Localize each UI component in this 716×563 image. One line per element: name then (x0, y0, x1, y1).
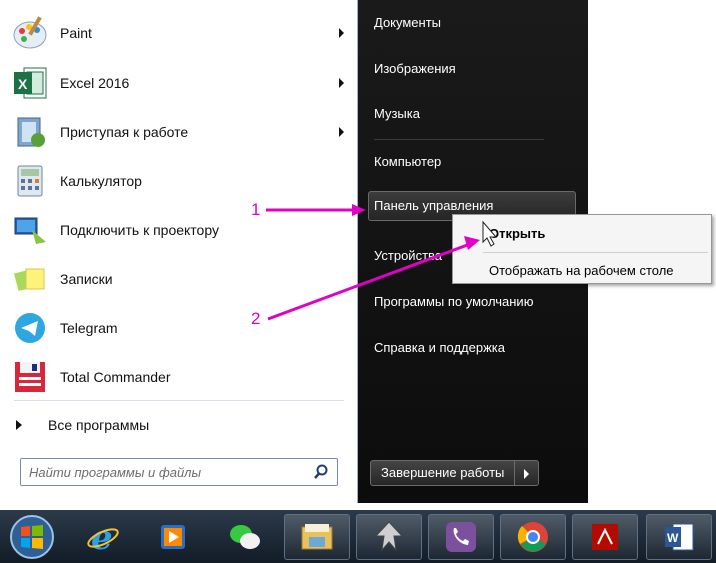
inkscape-icon (374, 521, 404, 552)
program-label: Paint (60, 25, 92, 41)
shutdown-button[interactable]: Завершение работы (370, 460, 516, 486)
shutdown-group: Завершение работы (370, 460, 540, 486)
places-item-default-programs[interactable]: Программы по умолчанию (374, 291, 533, 313)
divider (483, 252, 708, 253)
sticky-notes-icon (10, 259, 50, 299)
context-menu-show-on-desktop[interactable]: Отображать на рабочем столе (489, 263, 674, 278)
media-player-icon (161, 525, 185, 549)
all-programs-label: Все программы (48, 417, 150, 433)
program-label: Подключить к проектору (60, 222, 219, 238)
program-label: Калькулятор (60, 173, 142, 189)
places-item-documents[interactable]: Документы (374, 12, 441, 34)
places-item-computer[interactable]: Компьютер (374, 151, 441, 173)
context-menu-open[interactable]: Открыть (489, 226, 545, 241)
context-menu: Открыть Отображать на рабочем столе (452, 214, 712, 284)
start-menu-programs-panel: Paint X Excel 2016 Приступая к работе Ка… (0, 0, 358, 503)
chrome-icon (517, 522, 548, 552)
taskbar: e W (0, 510, 716, 563)
taskbar-inkscape[interactable] (356, 514, 422, 560)
viber-icon (446, 522, 476, 552)
program-label: Excel 2016 (60, 75, 130, 91)
all-programs-button[interactable]: Все программы (16, 412, 336, 438)
places-item-music[interactable]: Музыка (374, 103, 420, 125)
internet-explorer-icon: e (87, 520, 119, 554)
start-button[interactable] (2, 514, 62, 560)
program-excel[interactable]: X Excel 2016 (10, 60, 352, 106)
taskbar-internet-explorer[interactable]: e (70, 514, 136, 560)
shutdown-options-button[interactable] (515, 460, 540, 486)
word-icon: W (665, 523, 694, 551)
annotation-label-1: 1 (251, 200, 261, 219)
program-telegram[interactable]: Telegram (10, 305, 352, 351)
program-getting-started[interactable]: Приступая к работе (10, 109, 352, 155)
taskbar-acrobat[interactable] (572, 514, 638, 560)
svg-text:W: W (667, 531, 679, 545)
program-label: Записки (60, 271, 113, 287)
taskbar-file-explorer[interactable] (284, 514, 350, 560)
taskbar-chrome[interactable] (500, 514, 566, 560)
search-placeholder: Найти программы и файлы (29, 464, 202, 480)
places-item-devices[interactable]: Устройства (374, 245, 442, 267)
program-label: Total Commander (60, 369, 171, 385)
program-calculator[interactable]: Калькулятор (10, 158, 352, 204)
program-total-commander[interactable]: Total Commander (10, 354, 352, 400)
acrobat-icon (592, 524, 618, 550)
places-item-pictures[interactable]: Изображения (374, 58, 456, 80)
annotation-label-2: 2 (251, 309, 261, 328)
submenu-arrow-icon[interactable] (339, 78, 344, 88)
wechat-icon (230, 525, 260, 549)
search-input[interactable]: Найти программы и файлы (20, 458, 338, 486)
chevron-right-icon (524, 469, 530, 479)
program-label: Telegram (60, 320, 118, 336)
search-icon[interactable] (313, 464, 329, 480)
submenu-arrow-icon[interactable] (339, 28, 344, 38)
divider (14, 400, 344, 401)
getting-started-icon (10, 112, 50, 152)
projector-icon (10, 210, 50, 250)
taskbar-viber[interactable] (428, 514, 494, 560)
file-explorer-icon (301, 524, 333, 550)
submenu-arrow-icon[interactable] (339, 127, 344, 137)
program-paint[interactable]: Paint (10, 10, 352, 56)
expand-arrow-icon (16, 420, 22, 430)
telegram-icon (10, 308, 50, 348)
svg-text:X: X (18, 76, 28, 92)
paint-icon (10, 13, 50, 53)
program-projector[interactable]: Подключить к проектору (10, 207, 352, 253)
excel-icon: X (10, 63, 50, 103)
divider (374, 139, 544, 140)
taskbar-word[interactable]: W (646, 514, 712, 560)
program-sticky-notes[interactable]: Записки (10, 256, 352, 302)
places-item-help[interactable]: Справка и поддержка (374, 337, 505, 359)
total-commander-icon (10, 357, 50, 397)
program-label: Приступая к работе (60, 124, 189, 140)
calculator-icon (10, 161, 50, 201)
taskbar-media-player[interactable] (140, 514, 206, 560)
taskbar-wechat[interactable] (212, 514, 278, 560)
start-orb-icon (10, 515, 54, 559)
